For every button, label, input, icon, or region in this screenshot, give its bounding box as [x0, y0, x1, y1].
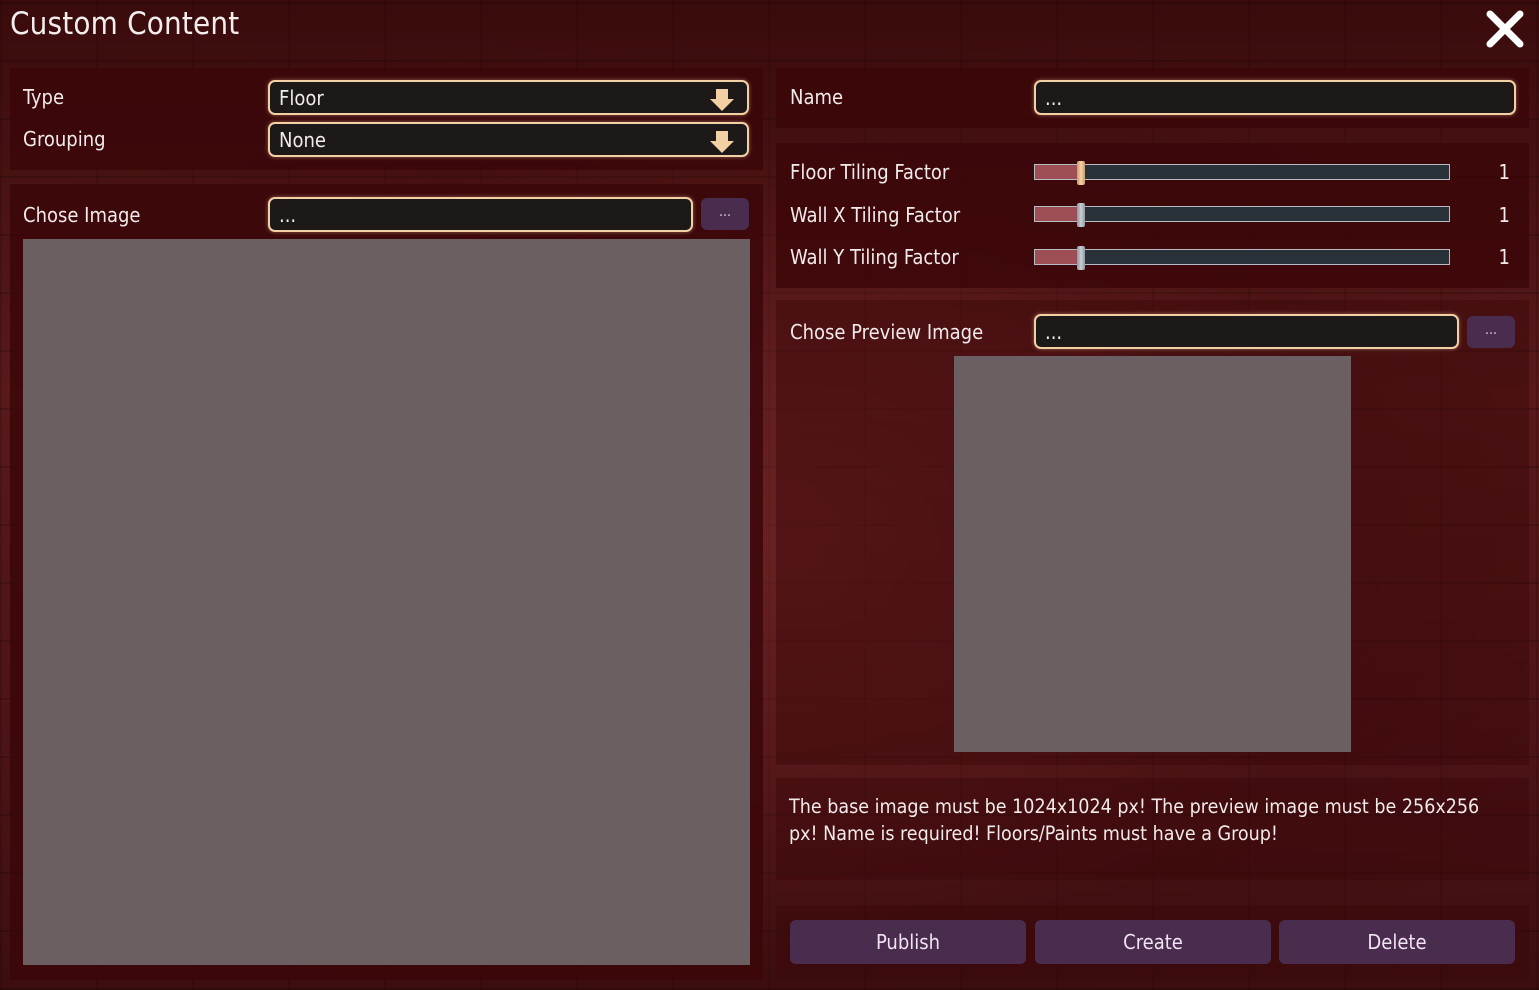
slider-handle[interactable]: [1077, 246, 1085, 270]
arrow-down-icon: [710, 89, 734, 111]
type-dropdown-value: Floor: [279, 86, 324, 110]
window-title: Custom Content: [10, 6, 240, 42]
grouping-dropdown[interactable]: None: [268, 122, 749, 157]
close-icon: [1486, 10, 1524, 48]
close-button[interactable]: [1484, 8, 1526, 50]
preview-image: [954, 356, 1351, 752]
arrow-down-icon: [710, 131, 734, 153]
slider-fill: [1035, 207, 1081, 221]
wall-y-tiling-label: Wall Y Tiling Factor: [790, 245, 959, 269]
requirements-note: The base image must be 1024x1024 px! The…: [789, 795, 1480, 845]
type-dropdown[interactable]: Floor: [268, 80, 749, 115]
name-input-value: ...: [1045, 86, 1063, 110]
name-label: Name: [790, 85, 844, 109]
wall-x-tiling-label: Wall X Tiling Factor: [790, 203, 961, 227]
create-button[interactable]: Create: [1035, 920, 1271, 964]
wall-x-tiling-slider[interactable]: [1034, 203, 1450, 227]
wall-x-tiling-value: 1: [1498, 203, 1510, 227]
chose-image-label: Chose Image: [23, 203, 141, 227]
chose-preview-value: ...: [1045, 320, 1063, 344]
delete-button[interactable]: Delete: [1279, 920, 1515, 964]
grouping-label: Grouping: [23, 127, 106, 151]
floor-tiling-label: Floor Tiling Factor: [790, 160, 950, 184]
type-label: Type: [23, 85, 65, 109]
chose-image-input[interactable]: ...: [268, 197, 693, 232]
grouping-dropdown-value: None: [279, 128, 326, 152]
chose-image-value: ...: [279, 203, 297, 227]
browse-preview-button[interactable]: ...: [1467, 316, 1515, 348]
wall-y-tiling-value: 1: [1498, 245, 1510, 269]
publish-button[interactable]: Publish: [790, 920, 1026, 964]
slider-fill: [1035, 250, 1081, 264]
base-image-preview: [23, 239, 750, 965]
slider-fill: [1035, 165, 1081, 179]
chose-preview-input[interactable]: ...: [1034, 314, 1459, 349]
slider-handle[interactable]: [1077, 203, 1085, 227]
floor-tiling-slider[interactable]: [1034, 161, 1450, 185]
chose-preview-label: Chose Preview Image: [790, 320, 984, 344]
browse-image-button[interactable]: ...: [701, 198, 749, 230]
slider-handle[interactable]: [1077, 161, 1085, 185]
wall-y-tiling-slider[interactable]: [1034, 246, 1450, 270]
name-input[interactable]: ...: [1034, 80, 1516, 115]
floor-tiling-value: 1: [1498, 160, 1510, 184]
